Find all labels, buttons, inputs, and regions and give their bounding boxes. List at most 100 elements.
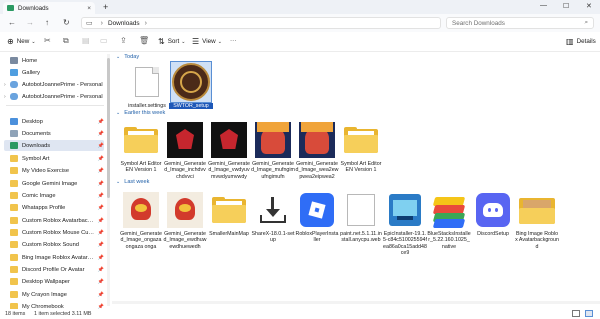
sidebar-item[interactable]: Bing Image Roblox Avatarbackground📌 (4, 252, 104, 263)
file-name: ShareX-18.0.1-setup (251, 231, 295, 244)
image-thumbnail (299, 122, 335, 158)
image-folder-icon (519, 196, 555, 224)
file-item[interactable]: SWTOR_setup (169, 61, 213, 110)
file-item[interactable]: Symbol Art Editor EN Version 1 (340, 120, 382, 174)
back-button[interactable]: ← (8, 18, 16, 27)
copy-icon[interactable]: ⧉ (63, 36, 69, 46)
group-header[interactable]: ⌄ Last week (116, 179, 149, 185)
search-input[interactable]: Search Downloads (452, 20, 584, 27)
sidebar-divider (6, 105, 104, 106)
file-item[interactable]: RobloxPlayerInstaller (296, 190, 339, 244)
file-item[interactable]: Gemini_Generated_Image_vwdyuvmvwdyumvwdy (208, 120, 250, 180)
file-item[interactable]: Gemini_Generated_Image_wea2ewpwea2eipwea… (296, 120, 339, 180)
sidebar-item[interactable]: Gallery (4, 67, 104, 78)
close-window-button[interactable]: ✕ (586, 2, 592, 10)
sidebar-item[interactable]: Custom Roblox Avatarbackground📌 (4, 215, 104, 226)
maximize-button[interactable]: ☐ (563, 2, 569, 10)
details-button[interactable]: ▥ Details (566, 37, 596, 46)
folder-icon (10, 167, 18, 174)
file-item[interactable]: BlueStacksInstaller_5.22.160.1025_native (427, 190, 471, 250)
sidebar-item[interactable]: Desktop 📌 (4, 116, 104, 127)
sidebar-item-label: Symbol Art (22, 155, 50, 162)
pin-icon: 📌 (97, 155, 104, 162)
delete-icon[interactable]: 🗑 (139, 36, 149, 45)
share-icon[interactable]: ⇪ (120, 36, 127, 45)
sidebar-item[interactable]: › AutobotJoannePrime - Personal (4, 91, 104, 102)
thumbnail (385, 190, 425, 230)
file-item[interactable]: Symbol Art Editor EN Version 1 (120, 120, 162, 174)
sidebar-item[interactable]: Discord Profile Or Avatar 📌 (4, 264, 104, 275)
sidebar-item[interactable]: My Chromebook 📌 (4, 301, 104, 309)
close-tab-icon[interactable]: × (87, 5, 91, 12)
paint-net-icon (347, 194, 375, 226)
pin-icon: 📌 (97, 254, 104, 261)
sidebar-item[interactable]: Custom Roblox Mouse Cursor 📌 (4, 227, 104, 238)
sidebar-item[interactable]: Google Gemini Image 📌 (4, 178, 104, 189)
sidebar-item[interactable]: Whatapps Profile 📌 (4, 202, 104, 213)
image-thumbnail (167, 122, 203, 158)
details-view-toggle[interactable] (572, 310, 580, 317)
file-item[interactable]: installer.settings (126, 62, 168, 109)
sidebar-item[interactable]: Desktop Wallpaper 📌 (4, 276, 104, 287)
group-header-label: Last week (124, 179, 150, 185)
sidebar-item[interactable]: Custom Roblox Sound 📌 (4, 239, 104, 250)
file-item[interactable]: ShareX-18.0.1-setup (251, 190, 295, 244)
thumbnail (297, 190, 337, 230)
refresh-button[interactable]: ↻ (63, 18, 70, 27)
desktop-icon (10, 118, 18, 125)
content-scrollbar[interactable] (112, 301, 600, 304)
pin-icon: 📌 (97, 180, 104, 187)
thumbnail (127, 62, 167, 102)
large-icons-view-toggle[interactable] (585, 310, 593, 317)
new-button[interactable]: ⊕ New ⌄ (7, 37, 36, 46)
folder-icon (10, 192, 18, 199)
onedrive-icon (10, 81, 18, 88)
file-name: paint.net.5.1.11.install.anycpu.web (340, 231, 382, 244)
sort-button[interactable]: ⇅ Sort ⌄ (158, 37, 185, 46)
file-item[interactable]: Gemini_Generated_Image_ongaza ongaza ong… (120, 190, 162, 250)
sidebar-item[interactable]: Home (4, 55, 104, 66)
tab-downloads[interactable]: Downloads × (3, 2, 95, 14)
minimize-button[interactable]: — (540, 2, 547, 9)
cut-icon[interactable]: ✂ (44, 36, 51, 45)
sidebar-item[interactable]: Downloads 📌 (4, 140, 104, 151)
status-bar: 18 items 1 item selected 3.11 MB (0, 309, 600, 319)
file-item[interactable]: SmallerMainMap (208, 190, 250, 237)
gallery-icon (10, 69, 18, 76)
folder-icon (10, 278, 18, 285)
plus-circle-icon: ⊕ (7, 37, 14, 46)
chevron-down-icon: ⌄ (31, 38, 36, 45)
up-button[interactable]: ↑ (45, 18, 49, 27)
file-item[interactable]: Gemini_Generated_Image_inchdvvchdvvci (164, 120, 206, 180)
paste-icon[interactable]: ▤ (82, 36, 90, 45)
sidebar-item[interactable]: Symbol Art 📌 (4, 153, 104, 164)
file-item[interactable]: EpicInstaller-19.1.5-c84c510025594fea86a… (383, 190, 427, 256)
breadcrumb[interactable]: Downloads (108, 20, 140, 27)
new-tab-button[interactable]: + (103, 2, 108, 12)
file-item[interactable]: Bing Image Roblox Avatarbackground (515, 190, 559, 250)
sidebar-item[interactable]: Comic Image 📌 (4, 190, 104, 201)
view-button[interactable]: ☰ View ⌄ (192, 37, 222, 46)
file-item[interactable]: DiscordSetup (472, 190, 514, 237)
thumbnail (170, 61, 212, 103)
file-name: DiscordSetup (477, 231, 509, 237)
sidebar-item[interactable]: Documents 📌 (4, 128, 104, 139)
search-box[interactable]: Search Downloads ⌕ (446, 17, 594, 29)
downloads-icon (10, 142, 18, 149)
thumbnail (253, 120, 293, 160)
file-item[interactable]: paint.net.5.1.11.install.anycpu.web (340, 190, 382, 244)
file-item[interactable]: Gemini_Generated_Image_ewdhuwewdhuewedh (164, 190, 207, 250)
file-item[interactable]: Gemini_Generated_Image_mufngimufngimufn (251, 120, 295, 180)
rename-icon[interactable]: ▭ (100, 36, 108, 45)
sidebar-item[interactable]: My Video Exercise 📌 (4, 165, 104, 176)
more-options-button[interactable]: ··· (230, 37, 236, 44)
chevron-down-icon: ⌄ (116, 179, 121, 185)
sidebar-scroll-thumb[interactable] (107, 58, 110, 198)
forward-button[interactable]: → (26, 18, 34, 27)
group-header[interactable]: ⌄ Today (116, 54, 139, 60)
sidebar-item[interactable]: › AutobotJoannePrime - Personal (4, 79, 104, 90)
sidebar-item[interactable]: My Crayon Image 📌 (4, 289, 104, 300)
group-header[interactable]: ⌄ Earlier this week (116, 110, 165, 116)
pin-icon: 📌 (97, 229, 104, 236)
address-bar[interactable]: ▭ › Downloads › (81, 17, 441, 29)
